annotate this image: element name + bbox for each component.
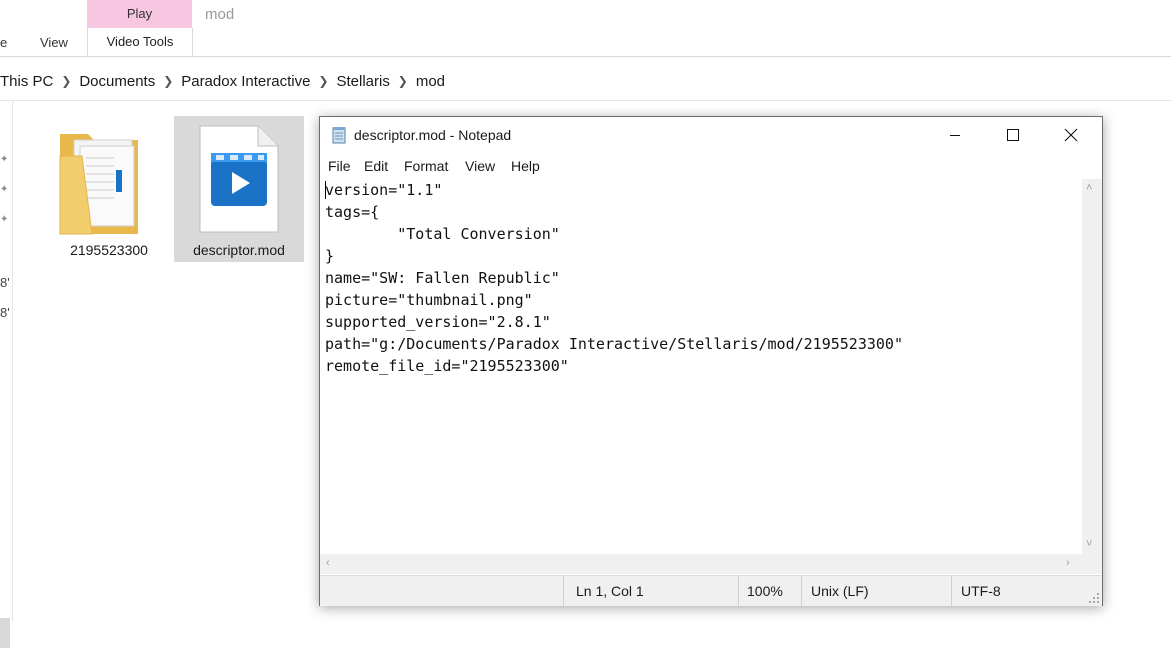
chevron-right-icon[interactable]: ❯ — [390, 74, 416, 88]
maximize-icon — [1007, 129, 1019, 141]
pin-icon[interactable]: ✦ — [0, 185, 8, 195]
status-line-endings: Unix (LF) — [801, 576, 951, 606]
tab-video-tools[interactable]: Video Tools — [87, 28, 193, 56]
breadcrumb: This PC ❯ Documents ❯ Paradox Interactiv… — [0, 62, 445, 100]
menu-help[interactable]: Help — [511, 158, 540, 174]
file-item-folder[interactable]: 2195523300 — [44, 116, 174, 262]
chevron-right-icon[interactable]: ❯ — [53, 74, 79, 88]
chevron-right-icon[interactable]: ❯ — [310, 74, 336, 88]
address-bar[interactable]: This PC ❯ Documents ❯ Paradox Interactiv… — [0, 62, 1171, 101]
pin-icon[interactable]: ✦ — [0, 155, 8, 165]
nav-item-fragment[interactable]: 8' — [0, 275, 10, 290]
breadcrumb-documents[interactable]: Documents — [79, 73, 155, 90]
notepad-window[interactable]: descriptor.mod - Notepad File Edit Forma… — [319, 116, 1103, 606]
editor-content[interactable]: version="1.1" tags={ "Total Conversion" … — [320, 179, 1082, 377]
vertical-scrollbar[interactable]: ˄ ˅ — [1082, 179, 1102, 554]
menu-format[interactable]: Format — [404, 158, 448, 174]
ribbon: Play Video Tools mod e View — [0, 0, 1171, 58]
nav-item-fragment[interactable]: 8' — [0, 305, 10, 320]
menu-file[interactable]: File — [328, 158, 351, 174]
navigation-pane[interactable]: ✦ ✦ ✦ 8' 8' — [0, 100, 13, 648]
folder-icon — [59, 134, 138, 235]
resize-grip-icon[interactable] — [1088, 592, 1100, 604]
scroll-left-icon[interactable]: ‹ — [326, 558, 330, 569]
status-bar: Ln 1, Col 1 100% Unix (LF) UTF-8 — [320, 575, 1102, 606]
scroll-down-icon[interactable]: ˅ — [1086, 539, 1092, 550]
file-name: descriptor.mod — [193, 242, 285, 258]
breadcrumb-this-pc[interactable]: This PC — [0, 73, 53, 90]
breadcrumb-stellaris[interactable]: Stellaris — [336, 73, 389, 90]
folder-title: mod — [205, 6, 235, 23]
status-cursor-position: Ln 1, Col 1 — [563, 576, 738, 606]
notepad-menubar: File Edit Format View Help — [320, 153, 1102, 179]
contextual-group-label: Play — [126, 6, 153, 21]
scrollbar-corner — [1082, 554, 1102, 574]
notepad-title: descriptor.mod - Notepad — [354, 127, 512, 143]
close-button[interactable] — [1042, 117, 1100, 153]
tab-file[interactable]: e — [0, 35, 7, 50]
text-editor[interactable]: version="1.1" tags={ "Total Conversion" … — [320, 179, 1082, 554]
notepad-titlebar[interactable]: descriptor.mod - Notepad — [320, 117, 1102, 153]
minimize-button[interactable] — [926, 117, 984, 153]
breadcrumb-paradox-interactive[interactable]: Paradox Interactive — [181, 73, 310, 90]
menu-view[interactable]: View — [465, 158, 495, 174]
notepad-icon — [332, 127, 346, 144]
ribbon-divider — [0, 56, 1171, 57]
status-encoding: UTF-8 — [951, 576, 1102, 606]
maximize-button[interactable] — [984, 117, 1042, 153]
horizontal-scrollbar[interactable]: ‹ › — [320, 554, 1082, 574]
tab-view[interactable]: View — [40, 35, 68, 50]
file-name: 2195523300 — [70, 242, 148, 258]
close-icon — [1064, 128, 1078, 142]
minimize-icon — [950, 135, 960, 136]
breadcrumb-mod[interactable]: mod — [416, 73, 445, 90]
status-zoom: 100% — [738, 576, 801, 606]
scroll-up-icon[interactable]: ˄ — [1086, 183, 1092, 194]
menu-edit[interactable]: Edit — [364, 158, 388, 174]
nav-selected-item[interactable] — [0, 618, 10, 648]
video-file-icon — [199, 125, 279, 233]
scroll-right-icon[interactable]: › — [1066, 558, 1070, 569]
chevron-right-icon[interactable]: ❯ — [155, 74, 181, 88]
text-caret — [325, 181, 326, 199]
file-item-descriptor[interactable]: descriptor.mod — [174, 116, 304, 262]
pin-icon[interactable]: ✦ — [0, 215, 8, 225]
